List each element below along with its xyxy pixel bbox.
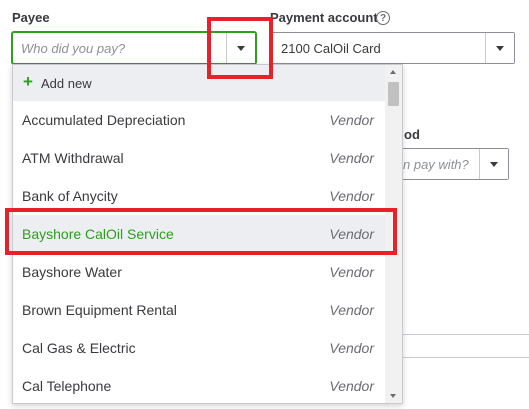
item-name: Accumulated Depreciation bbox=[22, 112, 186, 128]
payment-account-label: Payment account bbox=[270, 10, 378, 25]
item-type: Vendor bbox=[329, 378, 374, 394]
add-new-label: Add new bbox=[41, 76, 92, 91]
payee-label: Payee bbox=[12, 10, 50, 25]
annotation-highlight-item bbox=[5, 208, 397, 255]
scroll-down-arrow-icon[interactable] bbox=[390, 394, 396, 398]
payment-account-value: 2100 CalOil Card bbox=[281, 41, 381, 56]
plus-icon: + bbox=[23, 72, 33, 91]
item-type: Vendor bbox=[329, 188, 374, 204]
item-type: Vendor bbox=[329, 112, 374, 128]
payment-method-dropdown-button[interactable] bbox=[479, 149, 508, 179]
item-name: Bayshore Water bbox=[22, 264, 122, 280]
item-type: Vendor bbox=[329, 264, 374, 280]
payment-method-placeholder: n pay with? bbox=[403, 157, 469, 172]
payment-account-select[interactable]: 2100 CalOil Card bbox=[270, 32, 515, 64]
item-type: Vendor bbox=[329, 340, 374, 356]
list-item[interactable]: Accumulated Depreciation Vendor bbox=[13, 101, 385, 139]
annotation-highlight-dropdown bbox=[207, 17, 273, 79]
help-icon[interactable]: ? bbox=[376, 11, 390, 25]
list-item[interactable]: Cal Telephone Vendor bbox=[13, 367, 385, 403]
item-type: Vendor bbox=[329, 150, 374, 166]
list-item[interactable]: ATM Withdrawal Vendor bbox=[13, 139, 385, 177]
chevron-down-icon bbox=[490, 161, 498, 167]
list-item[interactable]: Bayshore Water Vendor bbox=[13, 253, 385, 291]
add-new-option[interactable]: + Add new bbox=[13, 65, 385, 101]
payment-method-select[interactable]: n pay with? bbox=[403, 148, 509, 180]
partial-field-below[interactable] bbox=[403, 334, 529, 358]
item-name: ATM Withdrawal bbox=[22, 150, 124, 166]
payee-placeholder: Who did you pay? bbox=[21, 41, 126, 56]
item-name: Bank of Anycity bbox=[22, 188, 118, 204]
item-name: Cal Telephone bbox=[22, 378, 112, 394]
item-name: Cal Gas & Electric bbox=[22, 340, 136, 356]
chevron-down-icon bbox=[496, 45, 504, 51]
payment-method-label: od bbox=[404, 127, 420, 142]
item-type: Vendor bbox=[329, 302, 374, 318]
item-name: Brown Equipment Rental bbox=[22, 302, 177, 318]
scrollbar-thumb[interactable] bbox=[388, 82, 399, 106]
list-item[interactable]: Cal Gas & Electric Vendor bbox=[13, 329, 385, 367]
scroll-up-arrow-icon[interactable] bbox=[390, 70, 396, 74]
list-item[interactable]: Brown Equipment Rental Vendor bbox=[13, 291, 385, 329]
payment-account-dropdown-button[interactable] bbox=[485, 33, 514, 63]
